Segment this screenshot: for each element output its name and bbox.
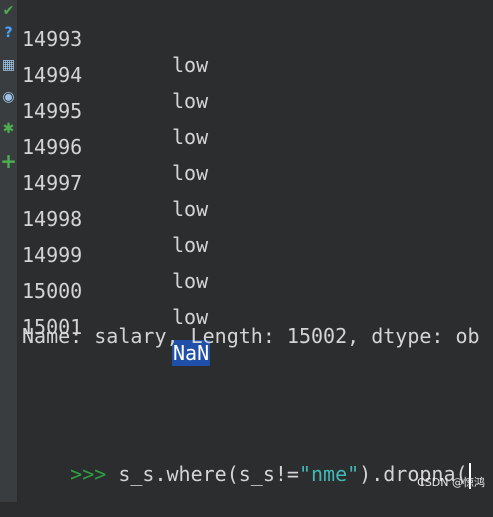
row-value: low: [172, 269, 209, 293]
table-row: 15001 NaN: [22, 288, 211, 366]
series-summary: Name: salary, Length: 15002, dtype: ob: [22, 324, 480, 348]
row-value: low: [172, 89, 209, 113]
prompt-symbol: >>>: [70, 462, 107, 486]
table-row: 14998 low: [22, 180, 208, 257]
chart-icon[interactable]: ▦: [0, 56, 17, 74]
check-icon[interactable]: ✔: [0, 2, 17, 20]
watermark: CSDN @惊鸿: [417, 476, 485, 489]
row-value: low: [172, 161, 209, 185]
help-icon[interactable]: ?: [0, 24, 17, 42]
command-input-line[interactable]: >>> s_s.where(s_s!="nme").dropna(: [22, 432, 471, 489]
profile-icon[interactable]: ◉: [0, 88, 17, 106]
command-text: s_s.where(s_s!=: [106, 462, 299, 486]
add-icon[interactable]: +: [0, 149, 17, 173]
table-row: 14995 low: [22, 72, 208, 149]
row-value: low: [172, 197, 209, 221]
command-string-literal: "nme": [298, 462, 360, 486]
table-row: 14994 low: [22, 36, 208, 113]
row-value: low: [172, 233, 209, 257]
row-value: low: [172, 53, 209, 77]
table-row: 14997 low: [22, 144, 208, 221]
table-row: 15000 low: [22, 252, 208, 329]
tool-gutter: ✔ ? ▦ ◉ ✱ +: [0, 0, 18, 502]
row-value: low: [172, 125, 209, 149]
table-row: 14999 low: [22, 216, 208, 293]
table-row: 14996 low: [22, 108, 208, 185]
bug-icon[interactable]: ✱: [0, 120, 17, 138]
table-row: 14993 low: [22, 0, 208, 77]
python-console[interactable]: 14993 low 14994 low 14995 low 14996 low …: [22, 0, 493, 502]
